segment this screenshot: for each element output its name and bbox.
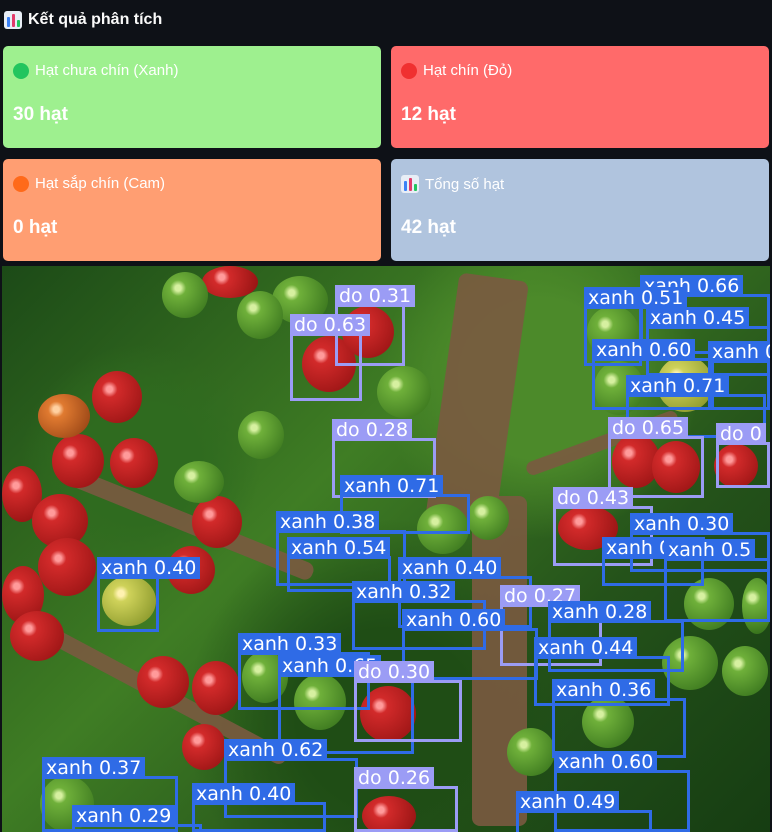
coffee-cherry bbox=[52, 434, 104, 488]
detection-label: do 0.43 bbox=[553, 487, 634, 509]
detection-label: do 0.63 bbox=[290, 314, 371, 336]
detection-label: xanh 0.37 bbox=[42, 757, 146, 779]
semi-ripe-orange-card: Hạt sắp chín (Cam) 0 hạt bbox=[3, 159, 381, 261]
total-beans-card: Tổng số hạt 42 hạt bbox=[391, 159, 769, 261]
detection-label: xanh 0.60 bbox=[592, 339, 696, 361]
detection-label: do 0.31 bbox=[335, 285, 416, 307]
ripe-red-card: Hạt chín (Đỏ) 12 hạt bbox=[391, 46, 769, 148]
bar-chart-icon bbox=[401, 175, 419, 193]
detection-box-ripe: do 0 bbox=[716, 423, 770, 488]
semi-ripe-orange-label: Hạt sắp chín (Cam) bbox=[35, 175, 166, 192]
total-beans-label-row: Tổng số hạt bbox=[401, 175, 504, 193]
detection-label: xanh 0.28 bbox=[548, 601, 652, 623]
detection-label: do 0.30 bbox=[354, 661, 435, 683]
coffee-cherry bbox=[182, 724, 226, 770]
orange-circle-icon bbox=[13, 175, 29, 192]
detection-label: do 0.65 bbox=[608, 417, 689, 439]
unripe-green-label-row: Hạt chưa chín (Xanh) bbox=[13, 62, 178, 79]
coffee-cherry bbox=[507, 728, 555, 776]
detection-label: xanh 0.60 bbox=[402, 609, 506, 631]
unripe-green-count: 30 hạt bbox=[13, 104, 68, 125]
detection-label: xanh 0.60 bbox=[554, 751, 658, 773]
coffee-cherry bbox=[110, 438, 158, 488]
detection-label: xanh 0.67 bbox=[708, 341, 770, 363]
detection-label: xanh 0.71 bbox=[626, 375, 730, 397]
detection-box-ripe: do 0.30 bbox=[354, 661, 462, 742]
coffee-cherry bbox=[162, 272, 208, 318]
detection-box-ripe: do 0.26 bbox=[354, 767, 458, 832]
detection-label: xanh 0.49 bbox=[516, 791, 620, 813]
coffee-cherry bbox=[92, 371, 142, 423]
detection-label: xanh 0.29 bbox=[72, 805, 176, 827]
detection-label: xanh 0.36 bbox=[552, 679, 656, 701]
detection-label: xanh 0.32 bbox=[352, 581, 456, 603]
total-beans-label: Tổng số hạt bbox=[425, 175, 505, 193]
coffee-cherry bbox=[722, 646, 768, 696]
ripe-red-label-row: Hạt chín (Đỏ) bbox=[401, 62, 512, 79]
detection-box-unripe: xanh 0.29 bbox=[72, 805, 202, 832]
detection-box-ripe: do 0.63 bbox=[290, 314, 371, 401]
detection-box-unripe: xanh 0.40 bbox=[192, 783, 326, 832]
detection-box-unripe: xanh 0.36 bbox=[552, 679, 686, 758]
detection-label: xanh 0.71 bbox=[340, 475, 444, 497]
detection-label: do 0.26 bbox=[354, 767, 435, 789]
detection-label: xanh 0.62 bbox=[224, 739, 328, 761]
green-circle-icon bbox=[13, 62, 29, 79]
detection-label: xanh 0.33 bbox=[238, 633, 342, 655]
semi-ripe-orange-count: 0 hạt bbox=[13, 217, 58, 238]
bar-chart-icon bbox=[4, 11, 22, 29]
coffee-cherry bbox=[38, 538, 96, 596]
detection-label: xanh 0.44 bbox=[534, 637, 638, 659]
unripe-green-label: Hạt chưa chín (Xanh) bbox=[35, 62, 179, 79]
detection-label: xanh 0.54 bbox=[287, 537, 391, 559]
total-beans-count: 42 hạt bbox=[401, 217, 456, 238]
results-header: Kết quả phân tích bbox=[4, 8, 162, 32]
detection-label: xanh 0.40 bbox=[97, 557, 201, 579]
coffee-cherry bbox=[174, 461, 224, 503]
detection-box-unripe: xanh 0.40 bbox=[97, 557, 201, 632]
unripe-green-card: Hạt chưa chín (Xanh) 30 hạt bbox=[3, 46, 381, 148]
detection-label: xanh 0.45 bbox=[646, 307, 750, 329]
ripe-red-count: 12 hạt bbox=[401, 104, 456, 125]
coffee-cherry bbox=[192, 661, 240, 715]
detection-label: xanh 0.30 bbox=[630, 513, 734, 535]
red-circle-icon bbox=[401, 62, 417, 79]
results-title: Kết quả phân tích bbox=[28, 11, 163, 28]
detection-result-image: do 0.31 do 0.63 xanh 0.66 xanh 0.51 xanh… bbox=[2, 266, 770, 832]
coffee-cherry bbox=[10, 611, 64, 661]
coffee-cherry bbox=[192, 496, 242, 548]
ripe-red-label: Hạt chín (Đỏ) bbox=[423, 62, 513, 79]
detection-label: xanh 0.40 bbox=[192, 783, 296, 805]
detection-label: xanh 0.38 bbox=[276, 511, 380, 533]
semi-ripe-orange-label-row: Hạt sắp chín (Cam) bbox=[13, 175, 165, 192]
detection-label: xanh 0.40 bbox=[398, 557, 502, 579]
coffee-cherry bbox=[237, 291, 283, 339]
detection-label: do 0.28 bbox=[332, 419, 413, 441]
detection-box-unripe: xanh 0.49 bbox=[516, 791, 652, 832]
coffee-cherry bbox=[377, 366, 431, 418]
detection-label: do 0 bbox=[716, 423, 766, 445]
detection-box-unripe: xanh 0.5 bbox=[664, 539, 770, 622]
coffee-cherry bbox=[467, 496, 509, 540]
coffee-cherry bbox=[137, 656, 189, 708]
coffee-cherry bbox=[38, 394, 90, 438]
detection-label: xanh 0.51 bbox=[584, 287, 688, 309]
detection-label: xanh 0.5 bbox=[664, 539, 756, 561]
coffee-cherry bbox=[238, 411, 284, 459]
